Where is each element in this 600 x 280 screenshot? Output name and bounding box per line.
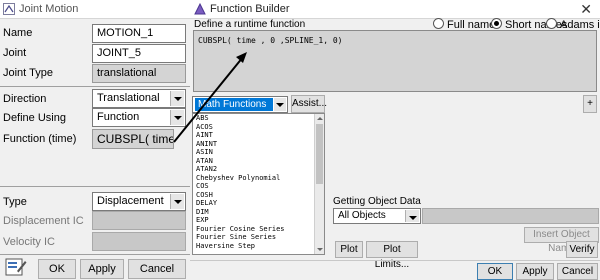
joint-motion-app-icon — [3, 3, 15, 15]
function-list-item[interactable]: Fourier Cosine Series — [196, 225, 285, 234]
function-category-dropdown[interactable]: Math Functions — [192, 96, 288, 113]
divider — [0, 186, 190, 187]
fb-apply-button[interactable]: Apply — [516, 263, 554, 280]
joint-type-field: translational — [92, 64, 186, 83]
function-list-item[interactable]: COS — [196, 182, 285, 191]
fb-ok-button[interactable]: OK — [477, 263, 513, 280]
function-list[interactable]: ABS ACOS AINT ANINT ASIN ATAN ATAN2 Chebyshev P… — [192, 113, 325, 255]
object-filter-dropdown[interactable]: All Objects — [333, 208, 421, 224]
name-label: Name — [3, 27, 33, 39]
define-using-dropdown[interactable]: Function — [92, 108, 186, 127]
function-list-item[interactable]: ABS — [196, 114, 285, 123]
name-field[interactable]: MOTION_1 — [92, 24, 186, 43]
define-using-label: Define Using — [3, 112, 66, 124]
function-list-item[interactable]: Fourier Sine Series — [196, 233, 285, 242]
direction-value: Translational — [97, 92, 160, 104]
function-list-item[interactable]: ATAN2 — [196, 165, 285, 174]
direction-dropdown[interactable]: Translational — [92, 89, 186, 108]
function-builder-titlebar[interactable]: Function Builder ✕ — [190, 0, 600, 19]
plot-button[interactable]: Plot — [335, 241, 363, 258]
displacement-ic-label: Displacement IC — [3, 215, 84, 227]
velocity-ic-field — [92, 232, 186, 251]
function-list-item[interactable]: EXP — [196, 216, 285, 225]
function-list-item[interactable]: ASIN — [196, 148, 285, 157]
type-dropdown[interactable]: Displacement — [92, 192, 186, 211]
function-builder-dialog: Function Builder ✕ Define a runtime func… — [190, 0, 600, 280]
joint-motion-titlebar[interactable]: Joint Motion — [0, 0, 190, 19]
joint-motion-dialog: Joint Motion Name MOTION_1 Joint JOINT_5… — [0, 0, 191, 280]
radio-unchecked-icon — [546, 18, 557, 29]
function-list-item[interactable]: DIM — [196, 208, 285, 217]
chevron-down-icon[interactable] — [170, 91, 184, 106]
define-using-value: Function — [97, 111, 140, 123]
type-label: Type — [3, 196, 27, 208]
scroll-up-icon[interactable] — [317, 117, 323, 120]
chevron-down-icon[interactable] — [170, 110, 184, 125]
fb-cancel-button[interactable]: Cancel — [557, 263, 598, 280]
function-expression-field[interactable]: CUBSPL( time , 0 ,SPLINE_1, 0) — [193, 30, 597, 92]
function-list-item[interactable]: Chebyshev Polynomial — [196, 174, 285, 183]
function-list-scrollbar[interactable] — [314, 114, 324, 254]
scroll-thumb[interactable] — [316, 124, 323, 184]
function-list-item[interactable]: AINT — [196, 131, 285, 140]
function-list-item[interactable]: ANINT — [196, 140, 285, 149]
joint-field[interactable]: JOINT_5 — [92, 44, 186, 63]
function-list-item[interactable]: ATAN — [196, 157, 285, 166]
function-builder-app-icon — [194, 3, 206, 15]
function-list-item[interactable]: Haversine Step — [196, 242, 285, 251]
joint-motion-title: Joint Motion — [19, 3, 79, 15]
direction-label: Direction — [3, 93, 47, 105]
chevron-down-icon[interactable] — [405, 210, 419, 222]
chevron-down-icon[interactable] — [274, 98, 286, 111]
displacement-ic-field — [92, 211, 186, 230]
plot-limits-button[interactable]: Plot Limits... — [366, 241, 418, 270]
radio-unchecked-icon — [433, 18, 444, 29]
joint-label: Joint — [3, 47, 27, 59]
radio-checked-icon — [491, 18, 502, 29]
function-field[interactable]: CUBSPL( time , — [92, 129, 174, 149]
joint-type-label: Joint Type — [3, 67, 53, 79]
function-label: Function (time) — [3, 133, 77, 145]
type-value: Displacement — [97, 195, 164, 207]
velocity-ic-label: Velocity IC — [3, 236, 55, 248]
apply-button[interactable]: Apply — [80, 259, 124, 279]
object-name-field — [422, 208, 599, 224]
function-list-item[interactable]: ACOS — [196, 123, 285, 132]
function-builder-title: Function Builder — [210, 3, 290, 15]
verify-button[interactable]: Verify — [566, 241, 598, 258]
ok-button[interactable]: OK — [38, 259, 76, 279]
define-function-label: Define a runtime function — [194, 19, 306, 30]
function-list-item[interactable]: DELAY — [196, 199, 285, 208]
divider — [0, 86, 190, 87]
cancel-button[interactable]: Cancel — [128, 259, 186, 279]
divider — [0, 254, 190, 255]
object-data-pane: Getting Object Data All Objects Insert O… — [327, 113, 600, 255]
plus-button[interactable]: + — [583, 95, 597, 113]
function-list-items: ABS ACOS AINT ANINT ASIN ATAN ATAN2 Chebyshev P… — [196, 114, 285, 250]
assist-button[interactable]: Assist... — [291, 95, 327, 113]
scroll-down-icon[interactable] — [317, 248, 323, 251]
function-list-item[interactable]: COSH — [196, 191, 285, 200]
chevron-down-icon[interactable] — [170, 194, 184, 209]
getting-object-data-label: Getting Object Data — [333, 196, 421, 207]
function-category-value: Math Functions — [195, 98, 273, 111]
close-icon[interactable]: ✕ — [580, 1, 592, 18]
edit-icon[interactable] — [5, 257, 27, 277]
divider — [190, 260, 600, 261]
object-filter-value: All Objects — [338, 210, 386, 221]
